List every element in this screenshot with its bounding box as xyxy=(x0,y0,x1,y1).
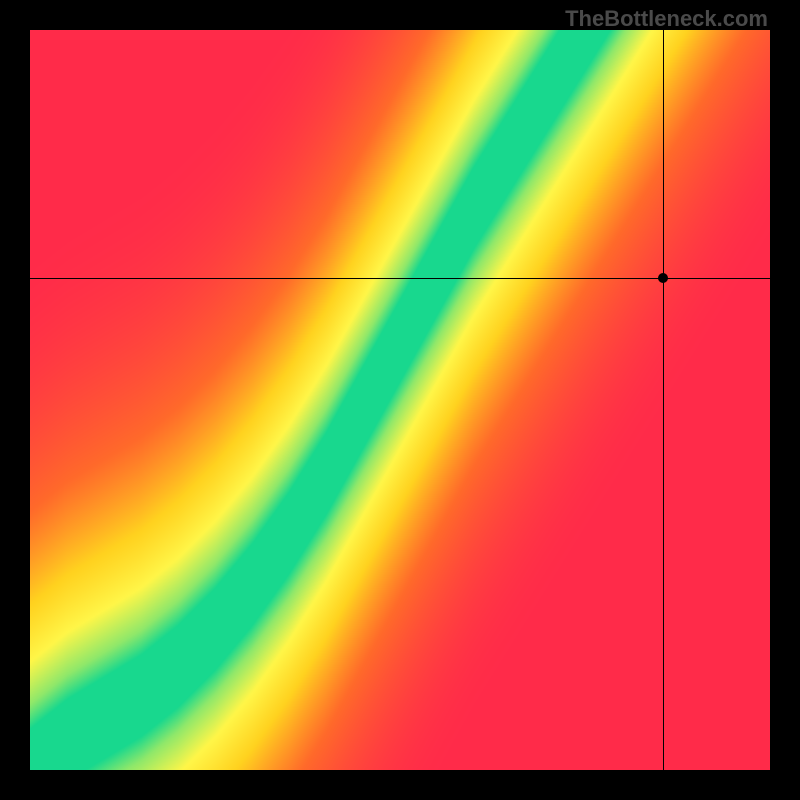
watermark-text: TheBottleneck.com xyxy=(565,6,768,32)
chart-container: TheBottleneck.com xyxy=(0,0,800,800)
plot-area xyxy=(30,30,770,770)
crosshair-vertical xyxy=(663,30,664,770)
heatmap-canvas xyxy=(30,30,770,770)
marker-dot xyxy=(658,273,668,283)
